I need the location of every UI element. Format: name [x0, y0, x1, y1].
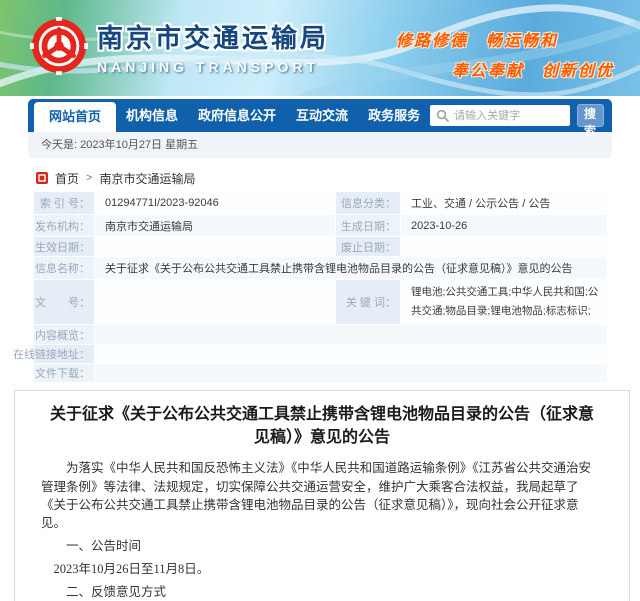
meta-value-online-link — [95, 345, 607, 363]
article-title: 关于征求《关于公布公共交通工具禁止携带含锂电池物品目录的公告（征求意见稿）》意见… — [45, 403, 599, 449]
meta-value-name: 关于征求《关于公布公共交通工具禁止携带含锂电池物品目录的公告（征求意见稿）》意见… — [95, 257, 607, 279]
banner-slogan-line1: 修路修德 畅运畅和 — [396, 27, 558, 51]
breadcrumb-current-link[interactable]: 南京市交通运输局 — [99, 170, 195, 187]
article-section2-heading: 二、反馈意见方式 — [41, 583, 603, 601]
breadcrumb: 首页 > 南京市交通运输局 — [36, 170, 640, 186]
meta-value-expire — [401, 237, 607, 256]
search-icon — [436, 109, 449, 122]
nav-item-home[interactable]: 网站首页 — [34, 102, 116, 132]
meta-label-effective: 生效日期： — [34, 237, 94, 256]
search-input[interactable] — [430, 105, 570, 126]
site-name-en: NANJING TRANSPORT — [97, 59, 329, 75]
meta-value-effective — [95, 237, 335, 256]
date-bar: 今天是: 2023年10月27日 星期五 — [28, 132, 612, 158]
article-content: 关于征求《关于公布公共交通工具禁止携带含锂电池物品目录的公告（征求意见稿）》意见… — [14, 390, 630, 601]
nav-item-org-info[interactable]: 机构信息 — [116, 99, 188, 132]
meta-label-doc-number: 文 号： — [34, 280, 94, 324]
meta-value-org: 南京市交通运输局 — [95, 215, 335, 236]
page: 南京市交通运输局 NANJING TRANSPORT 修路修德 畅运畅和 奉公奉… — [0, 0, 640, 601]
meta-value-download — [95, 364, 607, 382]
today-date-text: 今天是: 2023年10月27日 星期五 — [41, 139, 198, 151]
meta-label-category: 信息分类： — [336, 192, 400, 214]
meta-label-keywords: 关 键 词： — [336, 280, 400, 324]
banner-slogan-line2: 奉公奉献 创新创优 — [452, 57, 614, 81]
site-banner: 南京市交通运输局 NANJING TRANSPORT 修路修德 畅运畅和 奉公奉… — [0, 0, 640, 96]
breadcrumb-home-link[interactable]: 首页 — [55, 170, 79, 187]
site-name: 南京市交通运输局 — [97, 18, 329, 55]
nav-item-interaction[interactable]: 互动交流 — [286, 99, 358, 132]
meta-label-org: 发布机构： — [34, 215, 94, 236]
meta-label-index: 索 引 号： — [34, 192, 94, 214]
nav-item-gov-services[interactable]: 政务服务 — [358, 99, 430, 132]
meta-value-doc-number — [95, 280, 335, 324]
meta-value-created: 2023-10-26 — [401, 215, 607, 236]
article-section1-text: 2023年10月26日至11月8日。 — [41, 560, 603, 578]
meta-label-overview: 内容概览： — [34, 325, 94, 344]
meta-value-category: 工业、交通 / 公示公告 / 公告 — [401, 192, 607, 214]
search-box — [430, 105, 570, 126]
meta-value-keywords: 锂电池;公共交通工具;中华人民共和国;公共交通;物品目录;锂电池物品;标志标识;… — [401, 280, 607, 324]
meta-label-name: 信息名称： — [34, 257, 94, 279]
article-paragraph-1: 为落实《中华人民共和国反恐怖主义法》《中华人民共和国道路运输条例》《江苏省公共交… — [41, 459, 603, 532]
home-icon — [36, 172, 48, 184]
logo-emblem-icon — [30, 17, 88, 75]
meta-label-download: 文件下载： — [34, 364, 94, 382]
meta-value-index: 01294771I/2023-92046 — [95, 192, 335, 214]
document-meta-table: 索 引 号： 01294771I/2023-92046 信息分类： 工业、交通 … — [34, 192, 606, 382]
meta-label-expire: 废止日期： — [336, 237, 400, 256]
breadcrumb-separator: > — [86, 172, 92, 184]
transport-bureau-logo — [30, 17, 88, 75]
nav-item-gov-info-disclosure[interactable]: 政府信息公开 — [188, 99, 286, 132]
meta-value-overview — [95, 325, 607, 344]
meta-label-online-link: 在线链接地址： — [34, 345, 94, 363]
meta-label-created: 生成日期： — [336, 215, 400, 236]
site-title-block: 南京市交通运输局 NANJING TRANSPORT — [97, 18, 329, 75]
nav-wrap: 网站首页 机构信息 政府信息公开 互动交流 政务服务 搜索 今天是: 2023年… — [28, 99, 612, 158]
main-navigation: 网站首页 机构信息 政府信息公开 互动交流 政务服务 搜索 — [28, 99, 612, 132]
search-button[interactable]: 搜索 — [577, 104, 604, 127]
